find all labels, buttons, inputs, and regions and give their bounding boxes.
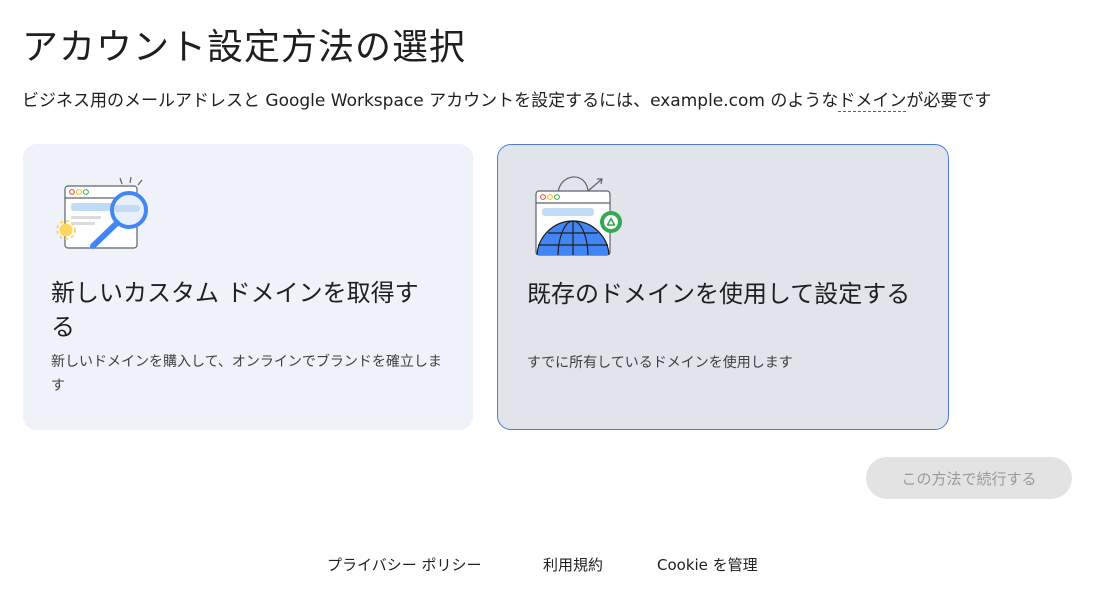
- browser-magnifier-icon: [56, 176, 148, 249]
- domain-term-link[interactable]: ドメイン: [838, 91, 907, 112]
- footer: プライバシー ポリシー 利用規約 Cookie を管理: [0, 554, 1120, 578]
- browser-globe-icon: [535, 176, 622, 256]
- page-title: アカウント設定方法の選択: [22, 27, 467, 68]
- option-card-existing-domain[interactable]: 既存のドメインを使用して設定する すでに所有しているドメインを使用します: [497, 144, 949, 430]
- option-title: 既存のドメインを使用して設定する: [527, 280, 911, 308]
- option-description: すでに所有しているドメインを使用します: [527, 355, 793, 371]
- terms-link[interactable]: 利用規約: [543, 554, 603, 575]
- privacy-policy-link[interactable]: プライバシー ポリシー: [327, 554, 481, 575]
- option-description: 新しいドメインを購入して、オンラインでブランドを確立します: [51, 354, 442, 394]
- option-title: 新しいカスタム ドメインを取得する: [51, 279, 419, 341]
- manage-cookies-link[interactable]: Cookie を管理: [657, 554, 758, 575]
- page-subtitle: ビジネス用のメールアドレスと Google Workspace アカウントを設定…: [22, 86, 992, 112]
- option-card-new-domain[interactable]: 新しいカスタム ドメインを取得する 新しいドメインを購入して、オンラインでブラン…: [23, 144, 473, 430]
- subtitle-text-end: が必要です: [906, 91, 992, 111]
- subtitle-text: ビジネス用のメールアドレスと Google Workspace アカウントを設定…: [22, 91, 839, 111]
- continue-button[interactable]: この方法で続行する: [866, 457, 1072, 499]
